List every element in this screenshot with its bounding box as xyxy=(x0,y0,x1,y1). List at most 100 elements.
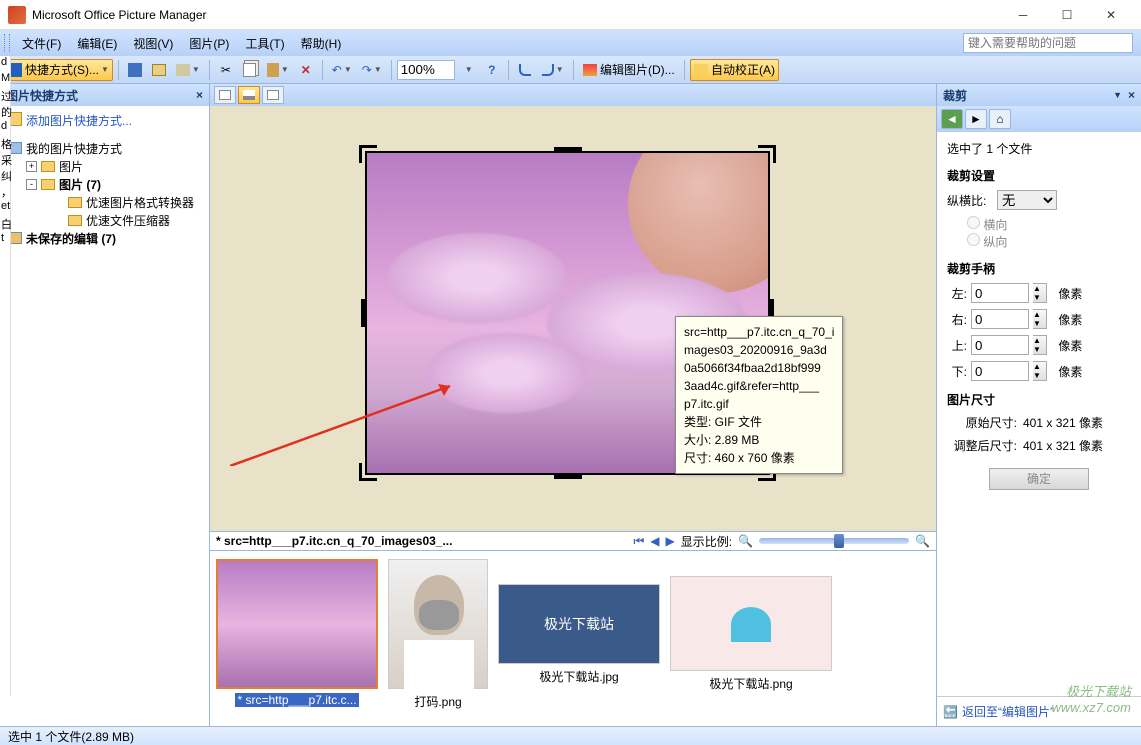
spinner-icon[interactable]: ▲▼ xyxy=(1033,309,1047,329)
tree-node-converter[interactable]: 优速图片格式转换器 xyxy=(4,193,205,211)
help-icon[interactable]: ? xyxy=(481,59,503,81)
edge-char: 纠 xyxy=(0,168,10,184)
zoom-in-icon[interactable]: 🔍 xyxy=(915,534,930,548)
crop-corner-tr[interactable] xyxy=(758,145,776,163)
tree-unsaved[interactable]: 未保存的编辑 (7) xyxy=(4,229,205,247)
spinner-icon[interactable]: ▲▼ xyxy=(1033,283,1047,303)
edge-char: 的 xyxy=(0,104,10,120)
delete-icon[interactable]: ✕ xyxy=(295,59,317,81)
menu-picture[interactable]: 图片(P) xyxy=(181,33,237,54)
menu-tools[interactable]: 工具(T) xyxy=(237,33,292,54)
selection-info: 选中了 1 个文件 xyxy=(947,140,1131,157)
nav-forward-button[interactable]: ► xyxy=(965,109,987,129)
close-button[interactable]: ✕ xyxy=(1089,1,1133,29)
crop-handles-heading: 裁剪手柄 xyxy=(947,260,1131,277)
edge-char: M xyxy=(0,72,10,88)
nav-prev-icon[interactable]: ◀ xyxy=(650,534,659,548)
save-icon[interactable] xyxy=(124,59,146,81)
ok-button[interactable]: 确定 xyxy=(989,468,1089,490)
edge-char: t xyxy=(0,232,10,248)
cut-icon[interactable]: ✂ xyxy=(215,59,237,81)
crop-handle-bottom[interactable] xyxy=(554,475,582,479)
edge-char: et xyxy=(0,200,10,216)
orientation-vertical: 纵向 xyxy=(967,233,1131,250)
edge-char: d xyxy=(0,120,10,136)
thumbnail-3[interactable]: 极光下载站 极光下载站.jpg xyxy=(498,559,660,722)
menu-edit[interactable]: 编辑(E) xyxy=(69,33,125,54)
image-canvas[interactable]: src=http___p7.itc.cn_q_70_images03_20200… xyxy=(210,106,936,531)
view-single-button[interactable] xyxy=(262,86,284,104)
thumbnail-2[interactable]: 打码.png xyxy=(388,559,488,722)
menu-view[interactable]: 视图(V) xyxy=(125,33,181,54)
back-to-edit-link[interactable]: 🔙返回至“编辑图片” xyxy=(937,696,1141,726)
thumb-caption: 极光下载站.jpg xyxy=(539,668,618,685)
view-thumbnails-button[interactable] xyxy=(214,86,236,104)
nav-home-button[interactable]: ⌂ xyxy=(989,109,1011,129)
thumb-caption: 极光下载站.png xyxy=(709,675,792,692)
crop-top-input[interactable] xyxy=(971,335,1029,355)
edge-char: 采 xyxy=(0,152,10,168)
zoom-label: 显示比例: xyxy=(681,533,732,550)
spinner-icon[interactable]: ▲▼ xyxy=(1033,335,1047,355)
thumbnail-1[interactable]: * src=http___p7.itc.c... xyxy=(216,559,378,722)
maximize-button[interactable]: ☐ xyxy=(1045,1,1089,29)
original-size-value: 401 x 321 像素 xyxy=(1023,414,1103,431)
close-shortcuts-pane[interactable]: × xyxy=(196,88,203,102)
rotate-left-icon[interactable] xyxy=(514,59,536,81)
pane-dropdown-icon[interactable]: ▼ xyxy=(1113,90,1122,100)
status-text: 选中 1 个文件(2.89 MB) xyxy=(8,728,134,745)
spinner-icon[interactable]: ▲▼ xyxy=(1033,361,1047,381)
thumbnail-4[interactable]: 极光下载站.png xyxy=(670,559,832,722)
tree-root[interactable]: 我的图片快捷方式 xyxy=(4,139,205,157)
close-crop-pane[interactable]: × xyxy=(1128,88,1135,102)
tree-node-compressor[interactable]: 优速文件压缩器 xyxy=(4,211,205,229)
crop-pane-title: 裁剪 xyxy=(943,87,967,104)
current-filename: * src=http___p7.itc.cn_q_70_images03_... xyxy=(216,534,452,548)
crop-handle-left[interactable] xyxy=(361,299,365,327)
crop-corner-tl[interactable] xyxy=(359,145,377,163)
crop-right-input[interactable] xyxy=(971,309,1029,329)
edge-char: 白 xyxy=(0,216,10,232)
menu-file[interactable]: 文件(F) xyxy=(14,33,69,54)
aspect-select[interactable]: 无 xyxy=(997,190,1057,210)
redo-icon[interactable]: ↷▼ xyxy=(358,59,386,81)
image-tooltip: src=http___p7.itc.cn_q_70_images03_20200… xyxy=(675,316,843,474)
thumb-caption: 打码.png xyxy=(414,693,461,710)
zoom-slider[interactable] xyxy=(759,538,909,544)
collapse-icon[interactable]: - xyxy=(26,179,37,190)
original-size-label: 原始尺寸: xyxy=(947,414,1017,431)
tree-node-pictures7[interactable]: -图片 (7) xyxy=(4,175,205,193)
mail-icon[interactable] xyxy=(148,59,170,81)
minimize-button[interactable]: ─ xyxy=(1001,1,1045,29)
nav-first-icon[interactable]: ⏮ xyxy=(633,534,644,549)
zoom-out-icon[interactable]: 🔍 xyxy=(738,534,753,548)
add-shortcut-link[interactable]: 添加图片快捷方式... xyxy=(0,106,209,135)
shortcut-button[interactable]: 快捷方式(S)...▼ xyxy=(4,59,113,81)
edit-picture-button[interactable]: 编辑图片(D)... xyxy=(579,59,679,81)
crop-bottom-input[interactable] xyxy=(971,361,1029,381)
view-filmstrip-button[interactable] xyxy=(238,86,260,104)
crop-settings-heading: 裁剪设置 xyxy=(947,167,1131,184)
auto-correct-button[interactable]: 自动校正(A) xyxy=(690,59,779,81)
zoom-dropdown[interactable]: ▼ xyxy=(457,59,479,81)
annotation-arrow xyxy=(230,376,460,466)
edge-char: 过 xyxy=(0,88,10,104)
nav-next-icon[interactable]: ▶ xyxy=(666,534,675,548)
copy-icon[interactable] xyxy=(239,59,261,81)
tree-node-pictures[interactable]: +图片 xyxy=(4,157,205,175)
expand-icon[interactable]: + xyxy=(26,161,37,172)
shortcuts-pane-title: 图片快捷方式 xyxy=(6,87,78,104)
undo-icon[interactable]: ↶▼ xyxy=(328,59,356,81)
rotate-right-icon[interactable]: ▼ xyxy=(538,59,568,81)
crop-left-input[interactable] xyxy=(971,283,1029,303)
grip-icon[interactable] xyxy=(4,34,10,52)
paste-icon[interactable]: ▼ xyxy=(263,59,293,81)
zoom-input[interactable] xyxy=(397,60,455,80)
crop-handle-top[interactable] xyxy=(554,147,582,151)
nav-back-button[interactable]: ◄ xyxy=(941,109,963,129)
picture-size-heading: 图片尺寸 xyxy=(947,391,1131,408)
help-search-input[interactable] xyxy=(963,33,1133,53)
menu-help[interactable]: 帮助(H) xyxy=(293,33,350,54)
thumb-caption: * src=http___p7.itc.c... xyxy=(235,693,358,707)
print-icon[interactable]: ▼ xyxy=(172,59,204,81)
